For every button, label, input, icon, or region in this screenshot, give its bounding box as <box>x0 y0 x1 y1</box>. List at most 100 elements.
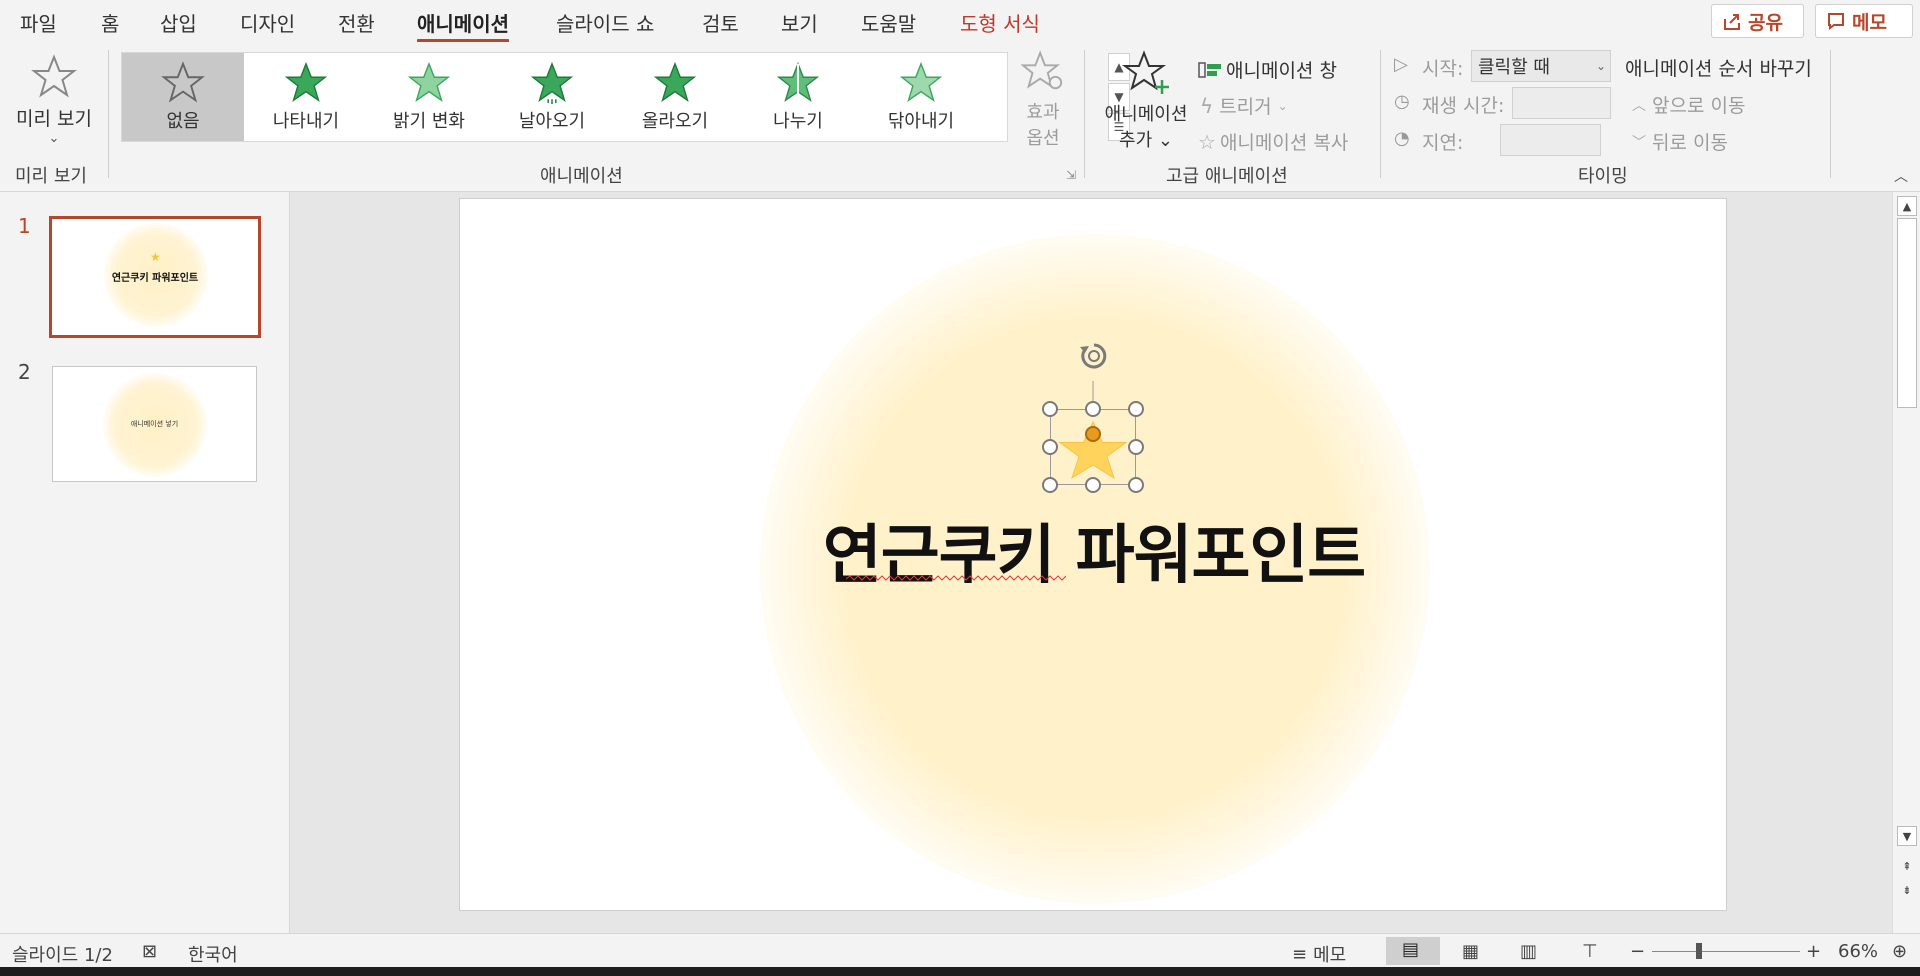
slide-title-text[interactable]: 연근쿠키 파워포인트 <box>460 504 1726 596</box>
scroll-down-button[interactable]: ▼ <box>1897 826 1917 846</box>
zoom-slider[interactable] <box>1652 951 1800 952</box>
rotate-handle-icon[interactable] <box>1077 339 1111 373</box>
chevron-down-icon: ﹀ <box>1632 134 1646 151</box>
language-indicator[interactable]: 한국어 <box>188 941 238 967</box>
slide-sorter-icon[interactable]: ▦ <box>1462 941 1479 962</box>
tab-help[interactable]: 도움말 <box>861 8 916 37</box>
comment-icon <box>1828 13 1844 30</box>
comments-label: 메모 <box>1852 11 1887 34</box>
move-earlier-button: ︿ 앞으로 이동 <box>1632 91 1745 118</box>
zoom-slider-thumb[interactable] <box>1696 943 1702 959</box>
tab-animations[interactable]: 애니메이션 <box>417 8 509 43</box>
selection-box <box>1050 409 1136 485</box>
normal-view-button[interactable]: ▤ <box>1386 937 1440 965</box>
ribbon-tab-bar: 파일 홈 삽입 디자인 전환 애니메이션 슬라이드 쇼 검토 보기 도움말 도형… <box>0 0 1920 43</box>
gallery-item-appear[interactable]: 나타내기 <box>245 53 367 141</box>
effect-options-label-1: 효과 <box>1026 102 1060 123</box>
lightning-icon: ϟ <box>1200 93 1214 118</box>
slide[interactable]: 연근쿠키 파워포인트 <box>459 198 1727 911</box>
gallery-item-label: 닦아내기 <box>887 111 955 132</box>
gallery-item-wipe[interactable]: 닦아내기 <box>860 53 982 141</box>
dialog-launcher-icon[interactable]: ⇲ <box>1066 168 1076 182</box>
start-label: 시작: <box>1422 58 1464 80</box>
slide-thumbnail-1[interactable]: ★ 연근쿠키 파워포인트 <box>49 216 261 338</box>
reorder-title: 애니메이션 순서 바꾸기 <box>1625 58 1812 80</box>
reading-view-icon[interactable]: ▥ <box>1520 941 1537 962</box>
duration-input <box>1512 87 1611 119</box>
gallery-item-split[interactable]: 나누기 <box>737 53 859 141</box>
resize-handle-ne[interactable] <box>1128 401 1144 417</box>
tab-home[interactable]: 홈 <box>101 8 119 37</box>
divider <box>1380 50 1381 178</box>
resize-handle-s[interactable] <box>1085 477 1101 493</box>
tab-review[interactable]: 검토 <box>702 8 739 37</box>
slideshow-view-icon[interactable]: ⊤ <box>1582 941 1598 962</box>
animation-pane-button[interactable]: 애니메이션 창 <box>1198 56 1337 83</box>
spellcheck-underline <box>846 575 1066 581</box>
star-gear-icon <box>1020 50 1063 90</box>
resize-handle-e[interactable] <box>1128 439 1144 455</box>
delay-input <box>1500 124 1601 156</box>
scroll-thumb[interactable] <box>1897 218 1917 408</box>
preview-button[interactable]: 미리 보기 ⌄ <box>10 50 98 150</box>
slide-thumbnail-2[interactable]: 애니메이션 넣기 <box>52 366 257 482</box>
tab-design[interactable]: 디자인 <box>240 8 295 37</box>
green-star-icon <box>776 61 820 102</box>
gallery-item-fly-in[interactable]: 날아오기 <box>491 53 613 141</box>
next-slide-icon[interactable]: ⇟ <box>1897 880 1917 900</box>
star-brush-icon: ☆ <box>1198 129 1216 154</box>
tab-slideshow[interactable]: 슬라이드 쇼 <box>556 8 654 37</box>
tab-insert[interactable]: 삽입 <box>160 8 197 37</box>
play-icon: ▷ <box>1394 54 1408 75</box>
add-animation-button[interactable]: 애니메이션 추가 ⌄ <box>1098 50 1194 160</box>
adjustment-handle[interactable] <box>1085 426 1101 442</box>
star-outline-icon <box>31 54 77 98</box>
zoom-level[interactable]: 66% <box>1838 941 1878 962</box>
animation-painter-label: 애니메이션 복사 <box>1219 132 1349 154</box>
gallery-item-label: 올라오기 <box>641 111 709 132</box>
slide-thumbnail-panel: 1 ★ 연근쿠키 파워포인트 2 애니메이션 넣기 <box>0 192 290 933</box>
share-button[interactable]: 공유 <box>1711 4 1804 38</box>
trigger-label: 트리거 <box>1219 96 1272 118</box>
tab-file[interactable]: 파일 <box>20 8 57 37</box>
slide-number: 1 <box>18 214 31 238</box>
green-star-icon <box>407 61 451 102</box>
gallery-item-float-in[interactable]: 올라오기 <box>614 53 736 141</box>
thumb-title: 연근쿠키 파워포인트 <box>111 273 199 284</box>
start-select[interactable]: 클릭할 때 ⌄ <box>1471 50 1611 82</box>
accessibility-icon[interactable]: ⊠ <box>142 941 157 962</box>
powerpoint-window: 파일 홈 삽입 디자인 전환 애니메이션 슬라이드 쇼 검토 보기 도움말 도형… <box>0 0 1920 976</box>
notes-button[interactable]: ≡ 메모 <box>1292 941 1346 967</box>
tab-shape-format[interactable]: 도형 서식 <box>960 8 1040 37</box>
move-later-label: 뒤로 이동 <box>1652 132 1728 154</box>
animation-pane-label: 애니메이션 창 <box>1226 60 1337 82</box>
zoom-in-button[interactable]: + <box>1806 941 1821 962</box>
collapse-ribbon-icon[interactable]: ︿ <box>1894 166 1908 186</box>
resize-handle-se[interactable] <box>1128 477 1144 493</box>
divider <box>1084 50 1085 178</box>
resize-handle-n[interactable] <box>1085 401 1101 417</box>
comments-button[interactable]: 메모 <box>1815 4 1913 38</box>
preview-label: 미리 보기 <box>16 108 92 130</box>
tab-transitions[interactable]: 전환 <box>338 8 375 37</box>
chevron-up-icon: ︿ <box>1632 97 1646 114</box>
zoom-out-button[interactable]: − <box>1630 941 1645 962</box>
trigger-button: ϟ 트리거 ⌄ <box>1200 92 1288 119</box>
effect-options-button[interactable]: 효과 옵션 <box>1012 50 1074 160</box>
slide-editor: 연근쿠키 파워포인트 <box>290 192 1892 933</box>
green-star-icon <box>653 61 697 102</box>
resize-handle-w[interactable] <box>1042 439 1058 455</box>
gallery-item-fade[interactable]: 밝기 변화 <box>368 53 490 141</box>
scroll-up-button[interactable]: ▲ <box>1897 196 1917 216</box>
resize-handle-nw[interactable] <box>1042 401 1058 417</box>
gallery-item-label: 없음 <box>166 111 200 132</box>
divider <box>108 50 109 178</box>
gallery-item-none[interactable]: 없음 <box>122 53 244 141</box>
tab-view[interactable]: 보기 <box>781 8 818 37</box>
previous-slide-icon[interactable]: ⇞ <box>1897 856 1917 876</box>
duration-label: 재생 시간: <box>1422 95 1505 117</box>
animation-group-label: 애니메이션 <box>540 166 623 187</box>
vertical-scrollbar[interactable]: ▲ ▼ ⇞ ⇟ <box>1892 192 1920 933</box>
fit-to-window-icon[interactable]: ⊕ <box>1892 941 1907 962</box>
resize-handle-sw[interactable] <box>1042 477 1058 493</box>
